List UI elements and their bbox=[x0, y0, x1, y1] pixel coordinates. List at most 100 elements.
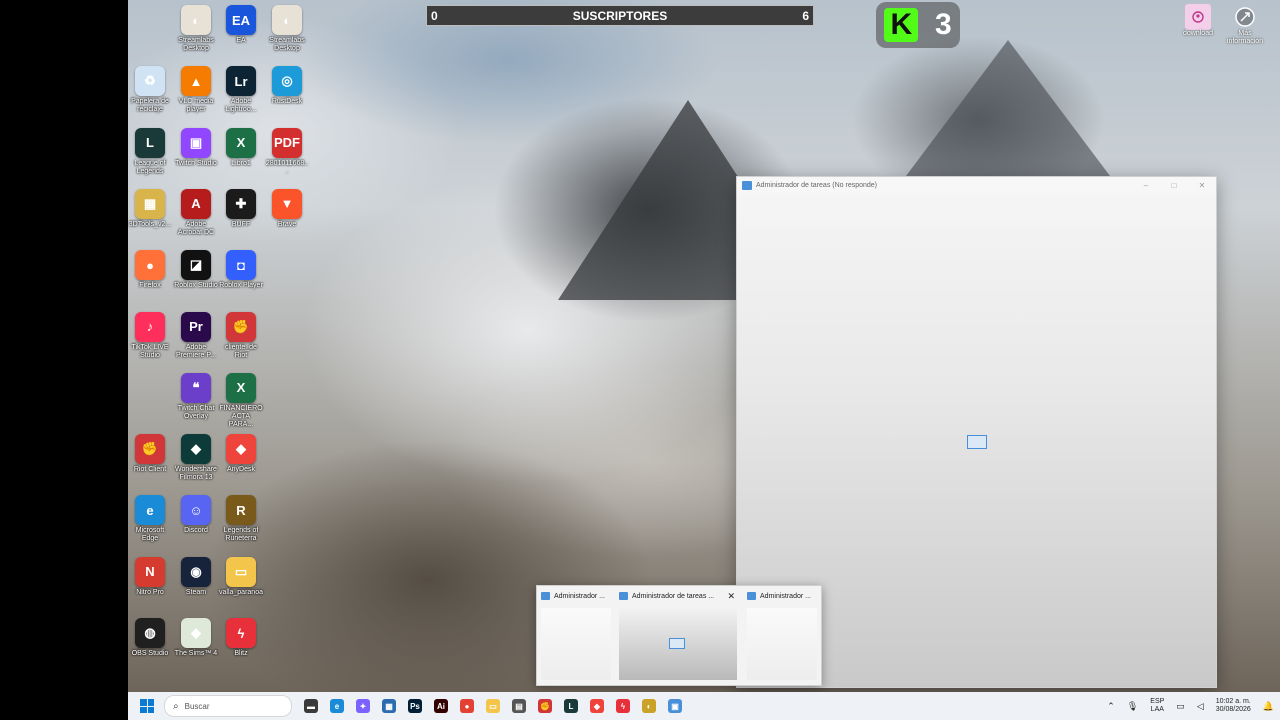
app-icon: ◐ bbox=[272, 5, 302, 35]
desktop-shortcut[interactable]: R Legends of Runeterra bbox=[219, 495, 263, 543]
thumbnail-preview bbox=[619, 608, 737, 680]
desktop-shortcut[interactable]: ◪ Roblox Studio bbox=[174, 250, 218, 290]
taskbar-app-edge-icon[interactable]: e bbox=[330, 699, 344, 713]
desktop-shortcut[interactable]: ◐ Streamlabs Desktop bbox=[174, 5, 218, 53]
app-icon: ✚ bbox=[226, 188, 256, 219]
app-icon: ☺ bbox=[181, 495, 211, 526]
desktop-shortcut-label: Riot Client bbox=[133, 466, 167, 474]
window-titlebar[interactable]: Administrador de tareas (No responde) – … bbox=[737, 177, 1216, 194]
desktop-shortcut[interactable]: ✊ Riot Client bbox=[128, 434, 172, 474]
taskbar-app-illustrator-icon[interactable]: Ai bbox=[434, 699, 448, 713]
taskbar-app-blitz-icon[interactable]: ϟ bbox=[616, 699, 630, 713]
search-icon: ⌕ bbox=[173, 700, 179, 712]
desktop-shortcut[interactable]: ♻ Papelera de reciclaje bbox=[128, 66, 172, 114]
desktop-shortcut[interactable]: ◍ OBS Studio bbox=[128, 618, 172, 658]
taskbar-app-app-icon[interactable]: ▤ bbox=[512, 699, 526, 713]
app-icon: L bbox=[135, 127, 165, 158]
thumbnail-1[interactable]: Administrador ... bbox=[537, 586, 615, 685]
desktop-shortcut[interactable]: X FINANCIERO ACTA PARA... bbox=[219, 372, 263, 429]
desktop-shortcut[interactable]: ☺ Discord bbox=[174, 495, 218, 535]
search-box[interactable]: ⌕ Buscar bbox=[164, 695, 292, 717]
desktop-shortcut-label: Roblox Player bbox=[219, 282, 263, 290]
desktop-shortcut[interactable]: ● Firefox bbox=[128, 250, 172, 290]
close-icon[interactable]: ✕ bbox=[727, 591, 735, 602]
more-info-shortcut[interactable]: Más información bbox=[1223, 4, 1267, 46]
taskbar-app-league-icon[interactable]: L bbox=[564, 699, 578, 713]
desktop-shortcut[interactable]: ◎ RustDesk bbox=[265, 66, 309, 106]
thumbnail-2[interactable]: Administrador de tareas ... ✕ bbox=[615, 586, 741, 685]
kick-count: 3 bbox=[934, 8, 952, 41]
taskbar-app-copilot-icon[interactable]: ✦ bbox=[356, 699, 370, 713]
desktop-shortcut[interactable]: ▣ Twitch Studio bbox=[174, 127, 218, 168]
desktop-shortcut[interactable]: A Adobe Acrobat DC bbox=[174, 188, 218, 237]
desktop-shortcut[interactable]: ✊ cliente_de Riot bbox=[219, 311, 263, 360]
maximize-button[interactable]: □ bbox=[1160, 181, 1188, 190]
task-manager-loading-icon bbox=[967, 435, 987, 449]
desktop-shortcut-label: Steam bbox=[185, 588, 207, 596]
clock-date: 30/08/2026 bbox=[1215, 706, 1251, 713]
subscribers-title: SUSCRIPTORES bbox=[572, 8, 668, 23]
app-icon: R bbox=[226, 495, 256, 526]
app-icon: ◎ bbox=[272, 66, 302, 97]
taskbar-app-app2-icon[interactable]: ◐ bbox=[642, 699, 656, 713]
app-icon: ◆ bbox=[181, 618, 211, 648]
app-icon: ◆ bbox=[181, 434, 211, 465]
app-icon: PDF bbox=[272, 127, 302, 158]
desktop-shortcut[interactable]: ◐ Streamlabs Desktop bbox=[265, 5, 309, 53]
desktop-shortcut[interactable]: ϟ Blitz bbox=[219, 618, 263, 658]
desktop-shortcut[interactable]: Lr Adobe Lightroo... bbox=[219, 66, 263, 114]
close-button[interactable]: ✕ bbox=[1188, 181, 1216, 190]
language-indicator[interactable]: ESP LAA bbox=[1150, 698, 1164, 714]
taskbar-app-chrome-icon[interactable]: ● bbox=[460, 699, 474, 713]
chevron-up-icon[interactable]: ⌃ bbox=[1107, 701, 1115, 712]
thumbnail-preview bbox=[747, 608, 817, 680]
taskbar-app-photoshop-icon[interactable]: Ps bbox=[408, 699, 422, 713]
volume-icon[interactable]: ◁ bbox=[1197, 701, 1204, 712]
desktop-shortcut[interactable]: ◉ Steam bbox=[174, 556, 218, 597]
desktop-shortcut[interactable]: ♪ TikTok LIVE Studio bbox=[128, 311, 172, 360]
desktop-shortcut[interactable]: ✚ BUFF bbox=[219, 188, 263, 229]
download-shortcut[interactable]: download bbox=[1176, 4, 1220, 38]
desktop-shortcut[interactable]: Pr Adobe Premiere P... bbox=[174, 311, 218, 360]
desktop-shortcut-label: Legends of Runeterra bbox=[223, 527, 259, 543]
app-icon: X bbox=[226, 372, 256, 403]
desktop-shortcut[interactable]: ◆ AnyDesk bbox=[219, 434, 263, 474]
desktop-shortcut[interactable]: ▼ Brave bbox=[265, 188, 309, 229]
app-icon: ● bbox=[135, 250, 165, 281]
taskbar-app-anydesk-icon[interactable]: ◆ bbox=[590, 699, 604, 713]
desktop-shortcut[interactable]: ◆ The Sims™ 4 bbox=[174, 618, 218, 658]
desktop-shortcut-label: valla_paranoa bbox=[219, 588, 263, 596]
network-icon[interactable]: ▭ bbox=[1176, 701, 1185, 712]
desktop-shortcut[interactable]: EA EA bbox=[219, 5, 263, 45]
desktop-shortcut[interactable]: X Libro1 bbox=[219, 127, 263, 168]
desktop-shortcut[interactable]: N Nitro Pro bbox=[128, 556, 172, 597]
app-icon: ▣ bbox=[181, 127, 211, 158]
desktop-shortcut[interactable]: ◆ Wondershare Filmora 13 bbox=[174, 434, 218, 482]
start-button[interactable] bbox=[140, 699, 154, 713]
desktop-shortcut[interactable]: ▦ 3DTools_v2... bbox=[128, 188, 172, 229]
minimize-button[interactable]: – bbox=[1132, 181, 1160, 190]
app-icon: ◐ bbox=[181, 5, 211, 35]
desktop-shortcut[interactable]: ▭ valla_paranoa bbox=[219, 556, 263, 597]
language-code: ESP bbox=[1150, 698, 1165, 705]
notification-bell-icon[interactable]: 🔔 bbox=[1263, 701, 1274, 712]
desktop-shortcut[interactable]: ◘ Roblox Player bbox=[219, 250, 263, 290]
clock[interactable]: 10:02 a. m. 30/08/2026 bbox=[1216, 698, 1251, 714]
desktop-shortcut[interactable]: ❝ Twitch Chat Overlay bbox=[174, 372, 218, 421]
taskbar-app-folder-icon[interactable]: ▭ bbox=[486, 699, 500, 713]
taskbar-app-task-manager-icon[interactable]: ▣ bbox=[668, 699, 682, 713]
microphone-icon[interactable]: 🎙 bbox=[1127, 701, 1138, 712]
desktop-shortcut-label: EA bbox=[236, 37, 246, 44]
black-side-bar bbox=[0, 0, 128, 720]
desktop-shortcut[interactable]: ▲ VLC media player bbox=[174, 66, 218, 114]
desktop-shortcut[interactable]: PDF 2801011668... bbox=[265, 127, 309, 176]
taskbar-app-store-icon[interactable]: ▦ bbox=[382, 699, 396, 713]
desktop-shortcut[interactable]: L League of Legends bbox=[128, 127, 172, 176]
desktop-shortcut[interactable]: e Microsoft Edge bbox=[128, 495, 172, 543]
task-manager-icon bbox=[742, 181, 752, 190]
thumbnail-3[interactable]: Administrador ... bbox=[743, 586, 821, 685]
app-icon: ♻ bbox=[135, 66, 165, 97]
taskbar-app-riot-icon[interactable]: ✊ bbox=[538, 699, 552, 713]
desktop-shortcut-label: Nitro Pro bbox=[136, 588, 164, 596]
taskbar-app-file-explorer-icon[interactable]: ▬ bbox=[304, 699, 318, 713]
